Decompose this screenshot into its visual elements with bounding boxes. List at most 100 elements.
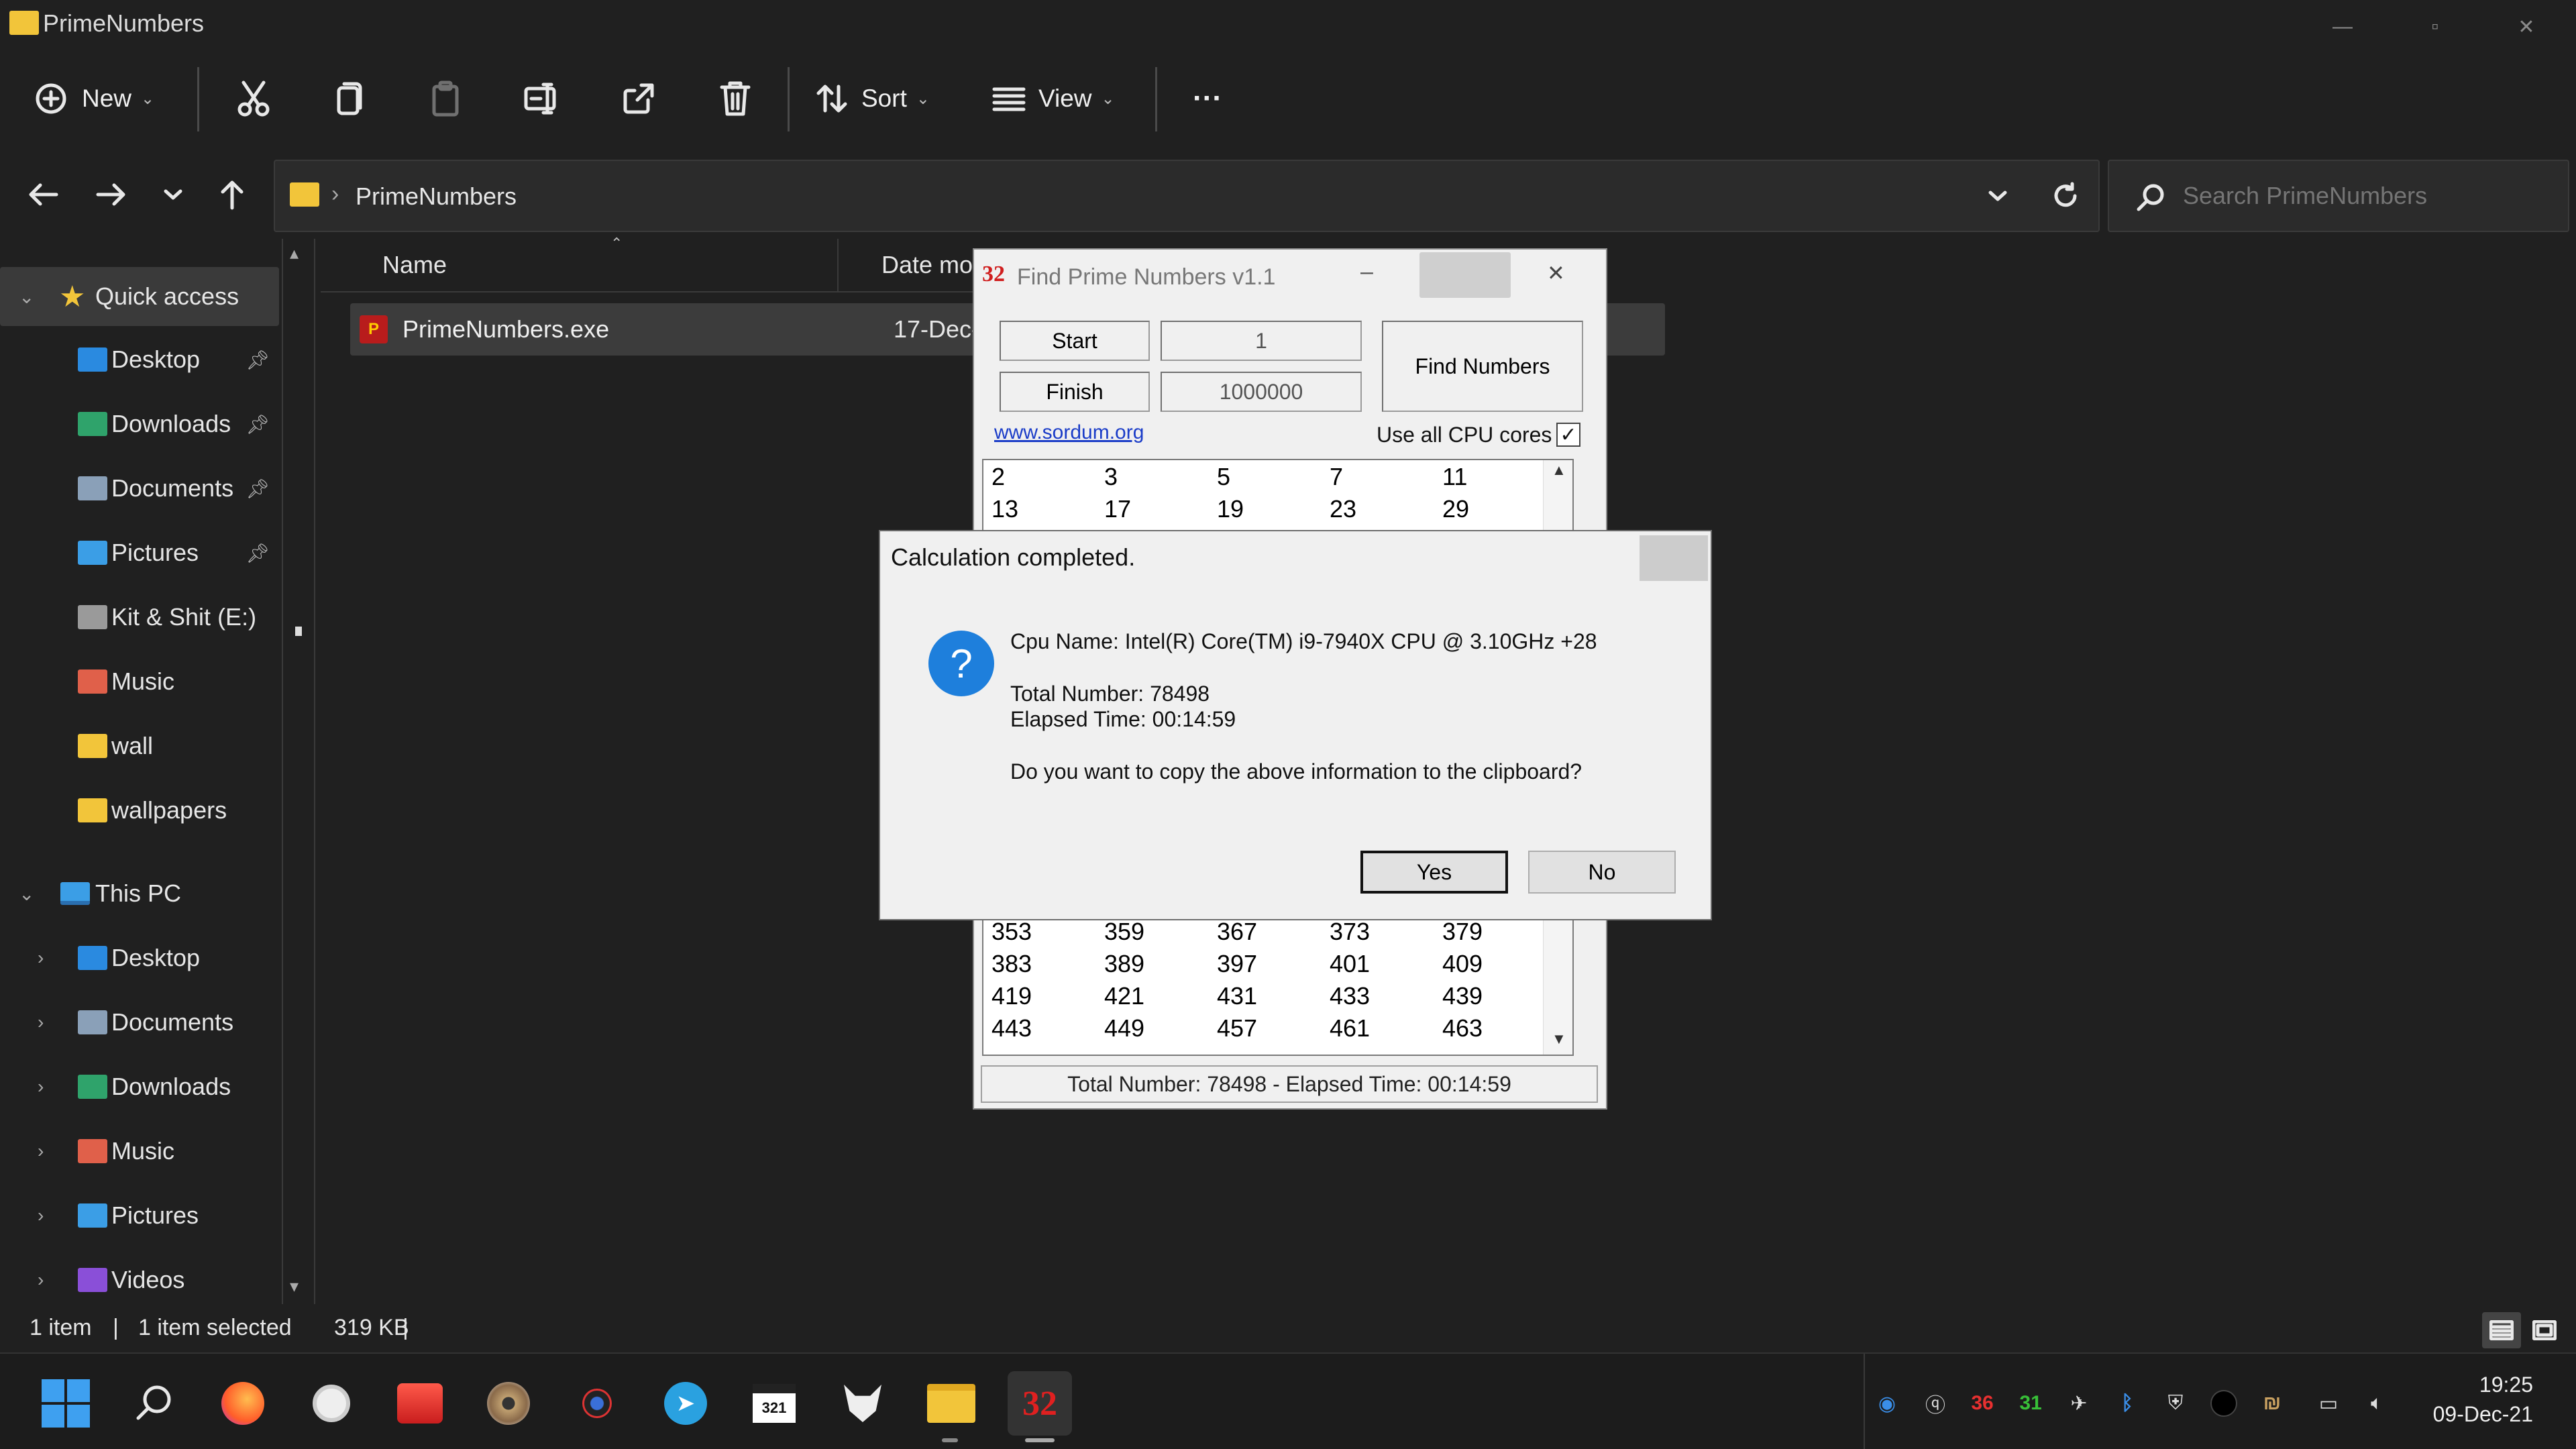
paste-button[interactable] — [419, 74, 472, 123]
sidebar-item-music[interactable]: Music — [0, 652, 279, 711]
forward-button[interactable] — [85, 168, 138, 221]
more-options-button[interactable]: ··· — [1181, 74, 1234, 123]
scroll-thumb[interactable] — [295, 627, 302, 636]
cpu-temp-tray-icon[interactable]: 36 — [1963, 1386, 2002, 1421]
chevron-right-icon: › — [38, 947, 44, 968]
folder-icon — [78, 1075, 107, 1099]
start-button[interactable] — [34, 1371, 98, 1436]
sidebar-item-documents[interactable]: Documents 📌︎ — [0, 459, 279, 518]
pin-icon: 📌︎ — [246, 413, 270, 435]
sidebar-item-quick-access[interactable]: ⌄ ★ Quick access — [0, 267, 279, 326]
prime-minimize-button[interactable]: – — [1360, 259, 1373, 285]
search-taskbar-button[interactable] — [122, 1371, 186, 1436]
search-input[interactable] — [2183, 178, 2559, 213]
camera-taskbar-button[interactable] — [565, 1371, 629, 1436]
maximize-button[interactable]: ▫ — [2415, 7, 2455, 47]
prime-close-button[interactable]: ✕ — [1547, 260, 1565, 286]
details-view-button[interactable] — [2482, 1312, 2521, 1348]
app-taskbar-button[interactable] — [388, 1371, 452, 1436]
edge-taskbar-button[interactable] — [299, 1371, 364, 1436]
input-method-tray-icon[interactable]: ₪ — [2253, 1386, 2292, 1421]
recent-locations-button[interactable] — [146, 168, 200, 221]
delete-button[interactable] — [708, 74, 762, 123]
bluetooth-tray-icon[interactable]: ᛒ — [2108, 1386, 2147, 1421]
scroll-up-arrow[interactable]: ▴ — [290, 243, 299, 264]
address-history-button[interactable] — [1976, 174, 2019, 217]
view-button[interactable]: View ⌄ — [991, 74, 1132, 123]
sidebar-item-pictures[interactable]: Pictures 📌︎ — [0, 523, 279, 582]
network-tray-icon[interactable]: ◉ — [1868, 1386, 1907, 1421]
new-button[interactable]: New ⌄ — [34, 74, 174, 123]
start-input[interactable]: 1 — [1161, 321, 1362, 361]
telegram-taskbar-button[interactable]: ➤ — [653, 1371, 718, 1436]
finish-input[interactable]: 1000000 — [1161, 372, 1362, 412]
sidebar-item-wall[interactable]: wall — [0, 716, 279, 775]
folder-icon — [9, 11, 39, 35]
clock-date[interactable]: 09-Dec-21 — [2422, 1402, 2533, 1427]
folder-icon — [78, 605, 107, 629]
scroll-up-arrow[interactable]: ▲ — [1552, 462, 1566, 479]
primenumbers-taskbar-button[interactable]: 32 — [1008, 1371, 1072, 1436]
search-box[interactable] — [2108, 160, 2569, 232]
dialog-close-button[interactable] — [1640, 535, 1708, 581]
folder-icon — [78, 669, 107, 694]
volume-tray-icon[interactable]: 🔈︎ — [2357, 1386, 2396, 1421]
circle-icon — [2210, 1390, 2237, 1417]
media-player-taskbar-button[interactable] — [476, 1371, 541, 1436]
sidebar-item-label: Downloads — [111, 1073, 231, 1100]
prime-value: 367 — [1217, 918, 1258, 945]
fox-app-taskbar-button[interactable] — [830, 1371, 895, 1436]
sort-button[interactable]: Sort ⌄ — [814, 74, 949, 123]
refresh-button[interactable] — [2042, 174, 2089, 217]
back-button[interactable] — [16, 168, 70, 221]
tiles-view-button[interactable] — [2525, 1312, 2564, 1348]
security-tray-icon[interactable]: ⛨ — [2156, 1386, 2195, 1421]
display-tray-icon[interactable]: ▭ — [2309, 1386, 2348, 1421]
monitor-icon — [60, 882, 90, 905]
firefox-taskbar-button[interactable] — [211, 1371, 275, 1436]
rename-button[interactable] — [515, 74, 569, 123]
gpu-temp-tray-icon[interactable]: 31 — [2011, 1386, 2050, 1421]
sidebar-item-pc-music[interactable]: › Music — [0, 1122, 279, 1181]
sidebar-item-kit-shit-e[interactable]: Kit & Shit (E:) — [0, 588, 279, 647]
sidebar-scrollbar[interactable]: ▴ ▾ — [282, 239, 315, 1304]
column-name-header[interactable]: Name — [382, 251, 447, 279]
qbittorrent-tray-icon[interactable]: ⓠ — [1916, 1386, 1955, 1421]
arrow-right-icon — [95, 181, 127, 208]
video-editor-taskbar-button[interactable]: 321 — [742, 1371, 806, 1436]
find-numbers-button[interactable]: Find Numbers — [1382, 321, 1583, 412]
sidebar-item-downloads[interactable]: Downloads 📌︎ — [0, 394, 279, 453]
up-button[interactable] — [205, 168, 259, 221]
column-date-header[interactable]: Date mo — [881, 251, 973, 279]
sidebar-item-pc-pictures[interactable]: › Pictures — [0, 1186, 279, 1245]
sidebar-item-pc-documents[interactable]: › Documents — [0, 993, 279, 1052]
scroll-down-arrow[interactable]: ▾ — [290, 1276, 299, 1297]
breadcrumb[interactable]: PrimeNumbers — [356, 182, 517, 211]
prime-maximize-button[interactable] — [1419, 252, 1511, 298]
yes-button[interactable]: Yes — [1360, 851, 1508, 894]
airplane-tray-icon[interactable]: ✈ — [2059, 1386, 2098, 1421]
prime-value: 461 — [1330, 1014, 1371, 1042]
share-button[interactable] — [612, 74, 665, 123]
cpu-cores-checkbox[interactable]: ✓ — [1556, 423, 1580, 447]
tiles-view-icon — [2532, 1320, 2557, 1340]
copy-button[interactable] — [322, 74, 376, 123]
chevron-down-icon: ⌄ — [916, 89, 930, 108]
no-button[interactable]: No — [1528, 851, 1676, 894]
sidebar-item-this-pc[interactable]: ⌄ This PC — [0, 864, 279, 923]
window-title: PrimeNumbers — [43, 9, 205, 37]
sordum-link[interactable]: www.sordum.org — [994, 421, 1144, 444]
sidebar-item-pc-downloads[interactable]: › Downloads — [0, 1057, 279, 1116]
close-button[interactable]: ✕ — [2506, 7, 2546, 47]
cut-button[interactable] — [227, 74, 280, 123]
app-tray-icon[interactable] — [2204, 1386, 2243, 1421]
scroll-down-arrow[interactable]: ▼ — [1552, 1030, 1566, 1048]
sidebar-item-pc-videos[interactable]: › Videos — [0, 1250, 279, 1309]
clock-time[interactable]: 19:25 — [2466, 1373, 2533, 1397]
sidebar-item-wallpapers[interactable]: wallpapers — [0, 781, 279, 840]
sidebar-item-desktop[interactable]: Desktop 📌︎ — [0, 330, 279, 389]
address-bar[interactable]: › PrimeNumbers — [274, 160, 2100, 232]
minimize-button[interactable]: — — [2322, 7, 2363, 47]
sidebar-item-pc-desktop[interactable]: › Desktop — [0, 928, 279, 987]
file-explorer-taskbar-button[interactable] — [919, 1371, 983, 1436]
